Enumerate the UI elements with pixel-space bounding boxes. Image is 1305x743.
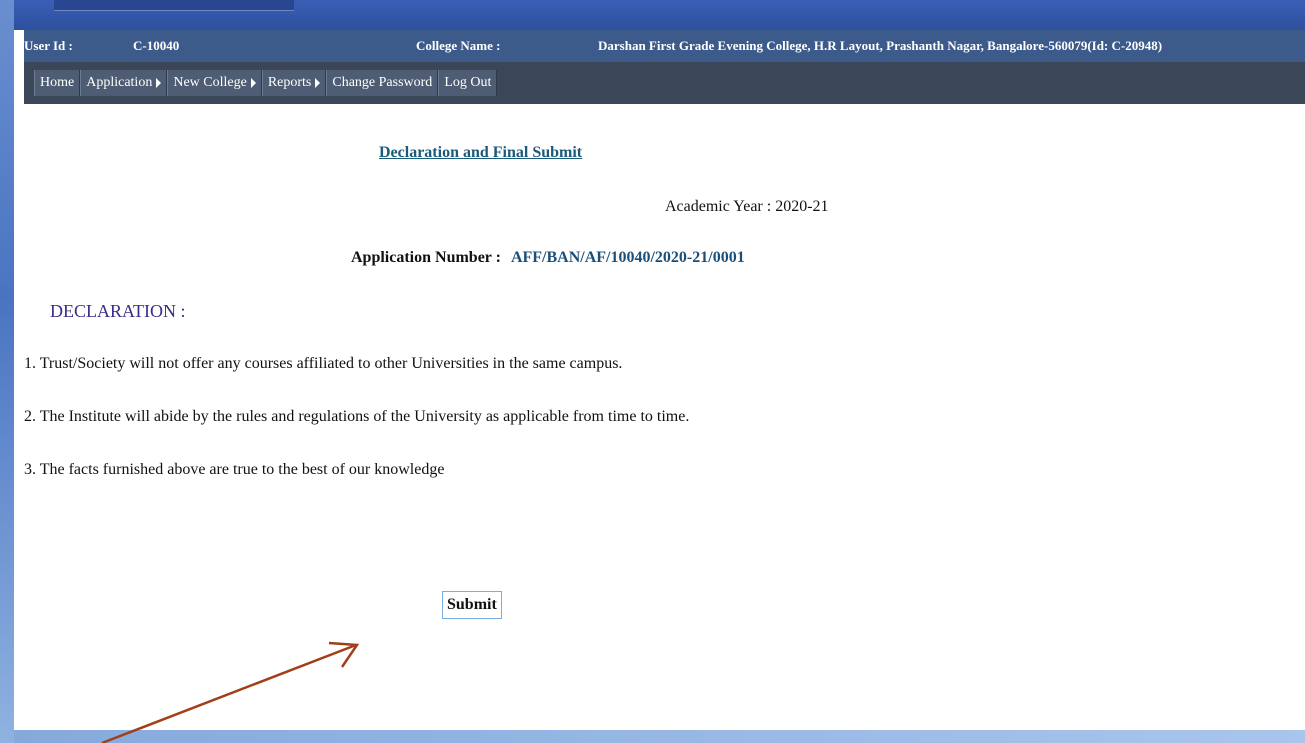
submenu-arrow-icon	[250, 77, 256, 88]
declaration-heading: DECLARATION :	[50, 301, 186, 321]
menu-label: Application	[86, 75, 153, 90]
menu-item-log-out[interactable]: Log Out	[438, 70, 498, 96]
page-title: Declaration and Final Submit	[379, 144, 583, 161]
main-menu: Home Application New College Reports Cha…	[34, 70, 498, 96]
declaration-item: 1. Trust/Society will not offer any cour…	[24, 355, 623, 372]
menu-label: Reports	[267, 75, 312, 90]
menu-label: Change Password	[332, 75, 433, 90]
bottom-frame-border	[14, 730, 1305, 743]
declaration-item: 2. The Institute will abide by the rules…	[24, 408, 690, 425]
banner-logo	[54, 0, 294, 11]
top-banner	[14, 0, 1305, 30]
menu-item-home[interactable]: Home	[34, 70, 81, 96]
submenu-arrow-icon	[315, 77, 321, 88]
user-info-bar: User Id : C-10040 College Name : Darshan…	[24, 30, 1305, 62]
college-name-value: Darshan First Grade Evening College, H.R…	[598, 38, 1163, 53]
left-frame-border	[0, 0, 14, 743]
user-id-label: User Id :	[24, 38, 73, 53]
menu-item-application[interactable]: Application	[80, 70, 168, 96]
menu-label: Home	[40, 75, 75, 90]
declaration-item: 3. The facts furnished above are true to…	[24, 461, 445, 478]
submit-button[interactable]: Submit	[442, 591, 502, 619]
nav-menu-bar: Home Application New College Reports Cha…	[24, 62, 1305, 104]
academic-year: Academic Year : 2020-21	[665, 198, 829, 216]
menu-item-new-college[interactable]: New College	[167, 70, 262, 96]
main-content: Declaration and Final Submit Academic Ye…	[24, 104, 1305, 730]
menu-label: Log Out	[444, 75, 492, 90]
menu-label: New College	[173, 75, 247, 90]
academic-year-value: 2020-21	[775, 198, 829, 215]
application-number: Application Number : AFF/BAN/AF/10040/20…	[351, 249, 745, 267]
submenu-arrow-icon	[156, 77, 162, 88]
menu-item-change-password[interactable]: Change Password	[326, 70, 439, 96]
menu-item-reports[interactable]: Reports	[261, 70, 327, 96]
academic-year-label: Academic Year :	[665, 198, 772, 215]
application-number-label: Application Number :	[351, 249, 501, 266]
college-name-label: College Name :	[416, 38, 501, 53]
application-number-value: AFF/BAN/AF/10040/2020-21/0001	[510, 249, 745, 266]
user-id-value: C-10040	[133, 38, 180, 53]
